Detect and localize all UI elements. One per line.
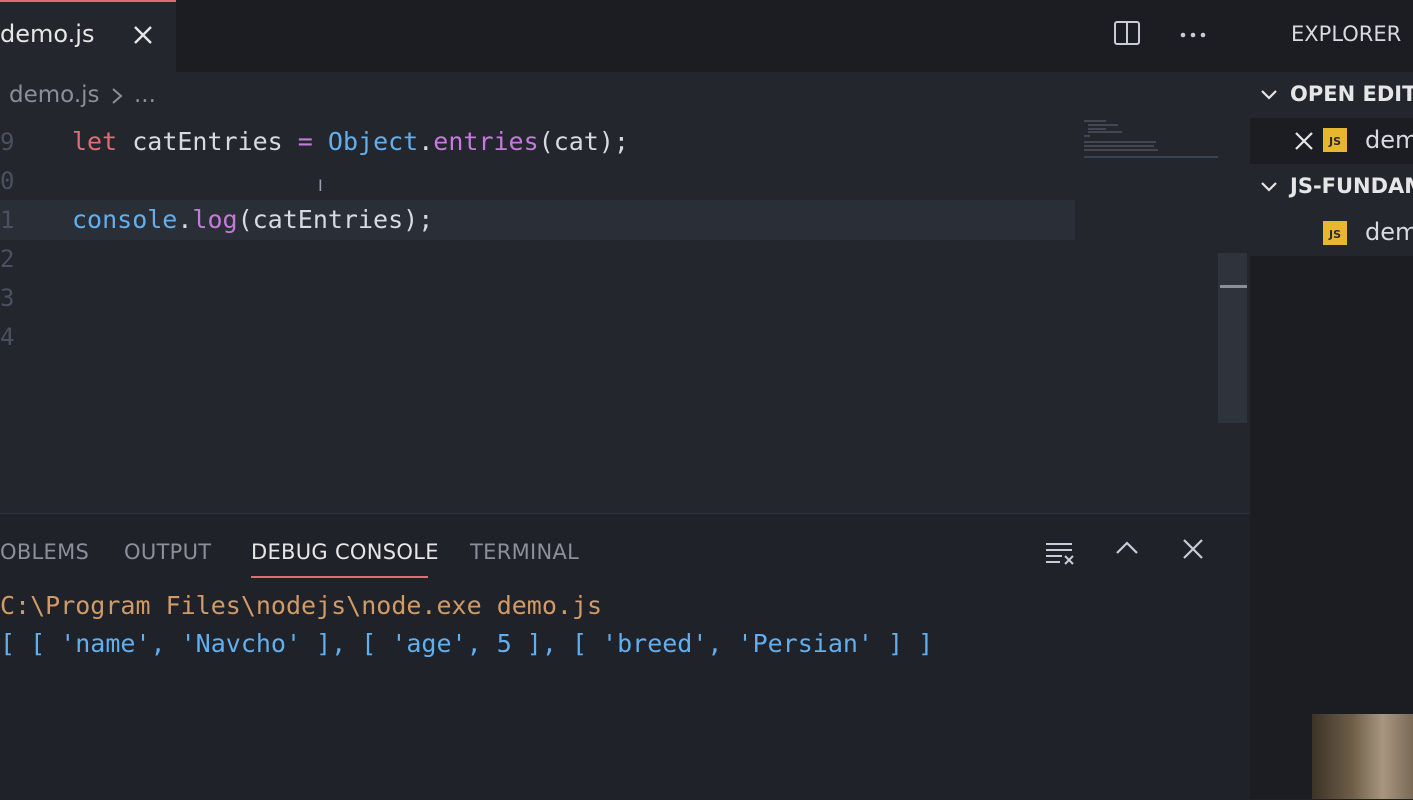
open-editors-section[interactable]: OPEN EDITO	[1250, 72, 1413, 118]
explorer-title: EXPLORER	[1291, 22, 1402, 46]
code-keyword: let	[72, 127, 118, 156]
line-number: 4	[0, 323, 15, 351]
split-editor-icon[interactable]	[1112, 18, 1142, 48]
minimap[interactable]	[1082, 118, 1222, 168]
editor-tab-bar: demo.js	[0, 0, 1250, 72]
code-editor[interactable]: 9 0 1 2 3 4 let catEntries = Object.entr…	[0, 118, 1250, 513]
webcam-overlay	[1312, 714, 1413, 799]
tab-debug-console[interactable]: DEBUG CONSOLE	[251, 540, 439, 564]
active-tab-indicator	[251, 576, 428, 578]
code-identifier: catEntries	[132, 127, 283, 156]
folder-file-item[interactable]: JS dem	[1250, 210, 1413, 256]
folder-label: JS-FUNDAM	[1290, 174, 1413, 198]
chevron-down-icon	[1261, 90, 1277, 100]
file-label: dem	[1365, 126, 1413, 154]
chevron-right-icon	[112, 88, 123, 104]
breadcrumb-more[interactable]: ...	[134, 82, 156, 108]
line-number: 3	[0, 284, 15, 312]
line-number: 1	[0, 206, 15, 234]
maximize-panel-icon[interactable]	[1114, 536, 1140, 562]
line-number: 2	[0, 245, 15, 273]
line-number: 9	[0, 128, 15, 156]
text-cursor-icon: I	[318, 176, 323, 195]
breadcrumb-file[interactable]: demo.js	[9, 82, 100, 108]
folder-section[interactable]: JS-FUNDAM	[1250, 164, 1413, 210]
code-args: (catEntries);	[237, 205, 434, 234]
editor-scrollbar-thumb[interactable]	[1220, 285, 1247, 288]
more-actions-icon[interactable]	[1176, 18, 1210, 48]
code-line: console.log(catEntries);	[72, 205, 433, 234]
code-operator: =	[297, 127, 313, 156]
console-command-line: C:\Program Files\nodejs\node.exe demo.js	[0, 591, 603, 620]
explorer-sidebar: EXPLORER OPEN EDITO JS dem JS-FUNDAM JS …	[1250, 0, 1413, 799]
tab-output[interactable]: OUTPUT	[124, 540, 211, 564]
code-object: console	[72, 205, 178, 234]
code-function: log	[192, 205, 238, 234]
close-icon[interactable]	[1293, 130, 1315, 152]
close-panel-icon[interactable]	[1181, 536, 1205, 562]
code-line: let catEntries = Object.entries(cat);	[72, 127, 629, 156]
bottom-panel: OBLEMS OUTPUT DEBUG CONSOLE TERMINAL C:\…	[0, 513, 1250, 800]
tab-problems[interactable]: OBLEMS	[0, 540, 89, 564]
editor-tab-demo-js[interactable]: demo.js	[0, 0, 176, 72]
open-editors-label: OPEN EDITO	[1290, 82, 1413, 106]
close-icon[interactable]	[130, 22, 156, 48]
clear-console-icon[interactable]	[1044, 536, 1076, 566]
js-file-icon: JS	[1323, 221, 1347, 245]
file-label: dem	[1365, 218, 1413, 246]
open-editor-item[interactable]: JS dem	[1250, 118, 1413, 164]
console-output-line: [ [ 'name', 'Navcho' ], [ 'age', 5 ], [ …	[0, 629, 934, 658]
code-args: (cat);	[538, 127, 629, 156]
code-dot: .	[177, 205, 193, 234]
js-file-icon: JS	[1323, 128, 1347, 152]
breadcrumb: demo.js ...	[0, 72, 1250, 118]
tab-label: demo.js	[0, 20, 95, 48]
tab-terminal[interactable]: TERMINAL	[470, 540, 579, 564]
code-dot: .	[418, 127, 434, 156]
editor-scrollbar[interactable]	[1218, 253, 1247, 423]
line-number: 0	[0, 167, 15, 195]
chevron-down-icon	[1261, 182, 1277, 192]
code-class: Object	[327, 127, 419, 156]
code-function: entries	[433, 127, 539, 156]
